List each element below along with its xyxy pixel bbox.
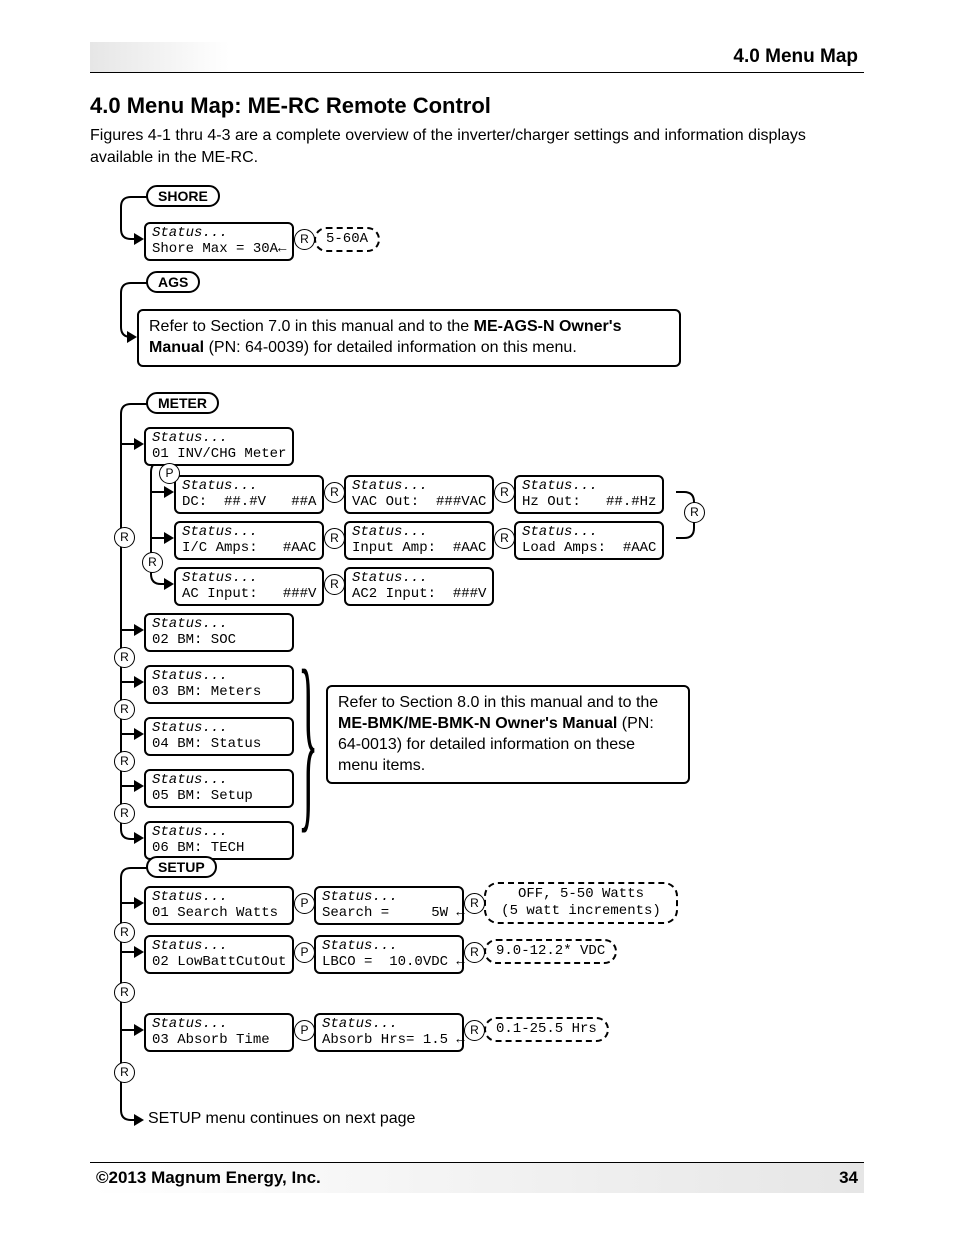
meter-04-display: Status... 04 BM: Status xyxy=(144,717,294,756)
footer-copyright: ©2013 Magnum Energy, Inc. xyxy=(96,1168,321,1188)
shore-range: 5-60A xyxy=(314,227,380,252)
arrow-icon xyxy=(127,331,137,343)
meter-06-display: Status... 06 BM: TECH xyxy=(144,821,294,860)
arrow-icon xyxy=(134,728,144,740)
setup-continue-text: SETUP menu continues on next page xyxy=(148,1110,415,1128)
footer-bar: ©2013 Magnum Energy, Inc. 34 xyxy=(90,1162,864,1193)
meter-inputamp-display: Status... Input Amp: #AAC xyxy=(344,521,494,560)
ags-button: AGS xyxy=(146,271,200,293)
arrow-icon xyxy=(134,233,144,245)
meter-01-display: Status... 01 INV/CHG Meter xyxy=(144,427,294,466)
meter-loadamps-display: Status... Load Amps: #AAC xyxy=(514,521,664,560)
bm-note: Refer to Section 8.0 in this manual and … xyxy=(326,685,690,784)
arrow-icon xyxy=(164,532,174,544)
intro-text: Figures 4-1 thru 4-3 are a complete over… xyxy=(90,125,864,168)
page-number: 34 xyxy=(839,1168,858,1188)
arrow-icon xyxy=(134,676,144,688)
arrow-icon xyxy=(134,438,144,450)
setup-01b-display: Status... Search = 5W ← xyxy=(314,886,464,925)
setup-03b-display: Status... Absorb Hrs= 1.5 ← xyxy=(314,1013,464,1052)
arrow-icon xyxy=(134,897,144,909)
menu-map-diagram: SHORE Status... Shore Max = 30A← R 5-60A… xyxy=(86,182,860,1122)
arrow-icon xyxy=(164,578,174,590)
arrow-icon xyxy=(134,1114,144,1126)
meter-ac2input-display: Status... AC2 Input: ###V xyxy=(344,567,494,606)
shore-button: SHORE xyxy=(146,185,220,207)
arrow-icon xyxy=(134,946,144,958)
meter-acinput-display: Status... AC Input: ###V xyxy=(174,567,324,606)
arrow-icon xyxy=(134,780,144,792)
meter-02-display: Status... 02 BM: SOC xyxy=(144,613,294,652)
section-label: 4.0 Menu Map xyxy=(733,46,858,68)
setup-02b-display: Status... LBCO = 10.0VDC ← xyxy=(314,935,464,974)
meter-03-display: Status... 03 BM: Meters xyxy=(144,665,294,704)
setup-03-range: 0.1-25.5 Hrs xyxy=(484,1017,609,1042)
ags-note: Refer to Section 7.0 in this manual and … xyxy=(137,309,681,367)
setup-03-display: Status... 03 Absorb Time xyxy=(144,1013,294,1052)
arrow-icon xyxy=(134,1024,144,1036)
setup-01-display: Status... 01 Search Watts xyxy=(144,886,294,925)
page-title: 4.0 Menu Map: ME-RC Remote Control xyxy=(90,93,864,119)
arrow-icon xyxy=(134,832,144,844)
setup-02-range: 9.0-12.2* VDC xyxy=(484,939,617,964)
meter-05-display: Status... 05 BM: Setup xyxy=(144,769,294,808)
meter-dc-display: Status... DC: ##.#V ##A xyxy=(174,475,324,514)
meter-icamps-display: Status... I/C Amps: #AAC xyxy=(174,521,324,560)
setup-01-range: OFF, 5-50 Watts(5 watt increments) xyxy=(484,882,678,924)
shore-display: Status... Shore Max = 30A← xyxy=(144,222,294,261)
meter-vacout-display: Status... VAC Out: ###VAC xyxy=(344,475,494,514)
header-bar: 4.0 Menu Map xyxy=(90,42,864,73)
meter-button: METER xyxy=(146,392,219,414)
arrow-icon xyxy=(164,486,174,498)
setup-button: SETUP xyxy=(146,856,217,878)
arrow-icon xyxy=(134,624,144,636)
meter-hzout-display: Status... Hz Out: ##.#Hz xyxy=(514,475,664,514)
setup-02-display: Status... 02 LowBattCutOut xyxy=(144,935,294,974)
